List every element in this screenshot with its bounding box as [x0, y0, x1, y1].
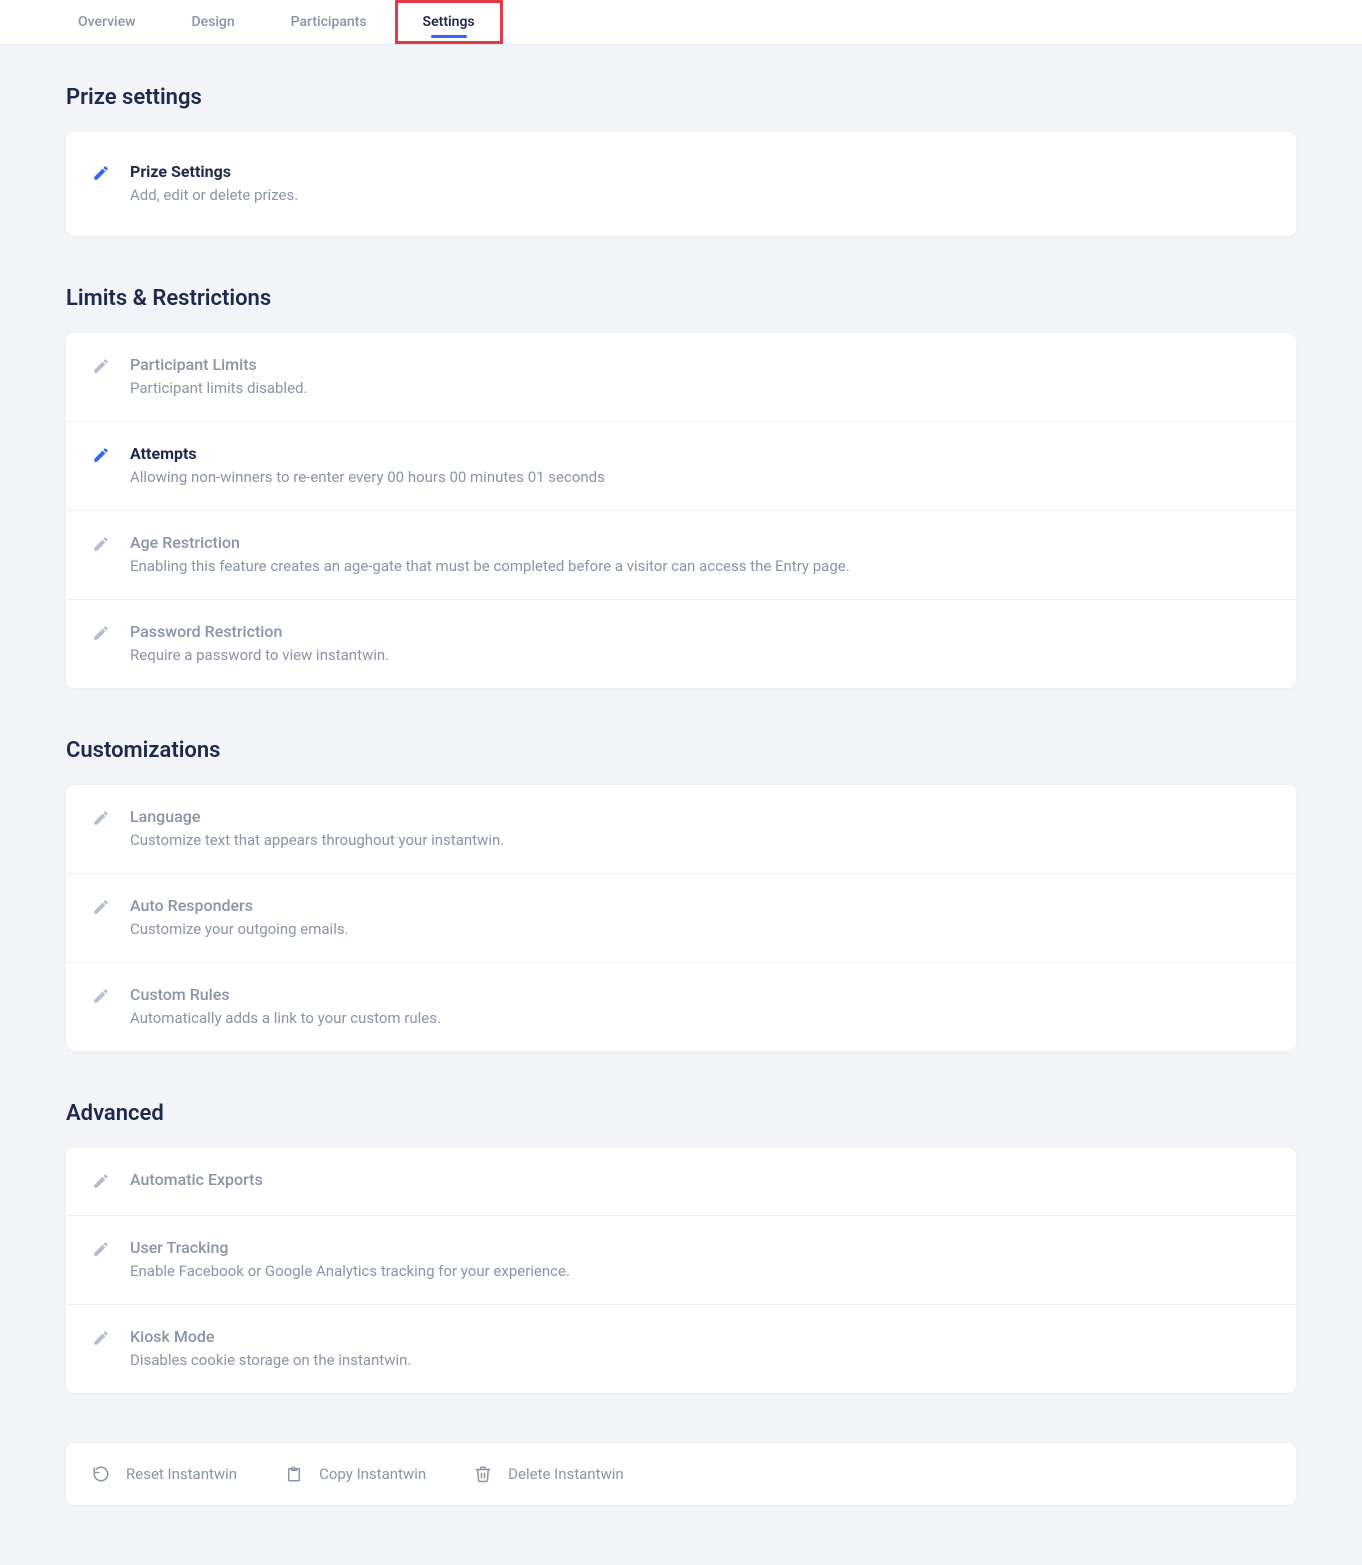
pencil-icon: [92, 809, 110, 827]
pencil-icon: [92, 987, 110, 1005]
page-content: Prize settings Prize Settings Add, edit …: [66, 45, 1296, 1565]
row-user-tracking[interactable]: User Tracking Enable Facebook or Google …: [66, 1215, 1296, 1304]
row-sub: Disables cookie storage on the instantwi…: [130, 1350, 1270, 1371]
row-title: Prize Settings: [130, 162, 1270, 181]
card-advanced: Automatic Exports User Tracking Enable F…: [66, 1148, 1296, 1393]
row-body: Password Restriction Require a password …: [130, 622, 1270, 666]
pencil-icon: [92, 898, 110, 916]
row-body: Age Restriction Enabling this feature cr…: [130, 533, 1270, 577]
row-title: Participant Limits: [130, 355, 1270, 374]
row-body: Automatic Exports: [130, 1170, 1270, 1193]
pencil-icon: [92, 446, 110, 464]
row-title: Auto Responders: [130, 896, 1270, 915]
row-title: Attempts: [130, 444, 1270, 463]
row-sub: Require a password to view instantwin.: [130, 645, 1270, 666]
row-sub: Enabling this feature creates an age-gat…: [130, 556, 1270, 577]
row-sub: Allowing non-winners to re-enter every 0…: [130, 467, 1270, 488]
undo-icon: [92, 1465, 110, 1483]
row-title: Kiosk Mode: [130, 1327, 1270, 1346]
row-password-restriction[interactable]: Password Restriction Require a password …: [66, 599, 1296, 688]
row-title: User Tracking: [130, 1238, 1270, 1257]
pencil-icon: [92, 164, 110, 182]
row-body: Participant Limits Participant limits di…: [130, 355, 1270, 399]
row-body: Auto Responders Customize your outgoing …: [130, 896, 1270, 940]
row-participant-limits[interactable]: Participant Limits Participant limits di…: [66, 333, 1296, 421]
action-label: Reset Instantwin: [126, 1465, 237, 1483]
tab-overview[interactable]: Overview: [50, 0, 163, 44]
section-heading-prize: Prize settings: [66, 85, 1296, 110]
row-attempts[interactable]: Attempts Allowing non-winners to re-ente…: [66, 421, 1296, 510]
section-heading-limits: Limits & Restrictions: [66, 286, 1296, 311]
row-body: User Tracking Enable Facebook or Google …: [130, 1238, 1270, 1282]
tabs-bar: Overview Design Participants Settings: [0, 0, 1362, 45]
actions-card: Reset Instantwin Copy Instantwin Delete …: [66, 1443, 1296, 1505]
row-title: Custom Rules: [130, 985, 1270, 1004]
delete-instantwin-button[interactable]: Delete Instantwin: [474, 1465, 624, 1483]
row-title: Password Restriction: [130, 622, 1270, 641]
row-title: Automatic Exports: [130, 1170, 1270, 1189]
row-automatic-exports[interactable]: Automatic Exports: [66, 1148, 1296, 1215]
reset-instantwin-button[interactable]: Reset Instantwin: [92, 1465, 237, 1483]
pencil-icon: [92, 357, 110, 375]
row-age-restriction[interactable]: Age Restriction Enabling this feature cr…: [66, 510, 1296, 599]
tab-design[interactable]: Design: [163, 0, 262, 44]
row-sub: Customize your outgoing emails.: [130, 919, 1270, 940]
card-customizations: Language Customize text that appears thr…: [66, 785, 1296, 1051]
pencil-icon: [92, 535, 110, 553]
card-limits: Participant Limits Participant limits di…: [66, 333, 1296, 688]
row-language[interactable]: Language Customize text that appears thr…: [66, 785, 1296, 873]
row-kiosk-mode[interactable]: Kiosk Mode Disables cookie storage on th…: [66, 1304, 1296, 1393]
row-body: Custom Rules Automatically adds a link t…: [130, 985, 1270, 1029]
row-custom-rules[interactable]: Custom Rules Automatically adds a link t…: [66, 962, 1296, 1051]
row-title: Age Restriction: [130, 533, 1270, 552]
row-sub: Enable Facebook or Google Analytics trac…: [130, 1261, 1270, 1282]
row-sub: Participant limits disabled.: [130, 378, 1270, 399]
row-sub: Automatically adds a link to your custom…: [130, 1008, 1270, 1029]
pencil-icon: [92, 624, 110, 642]
row-title: Language: [130, 807, 1270, 826]
trash-icon: [474, 1465, 492, 1483]
card-prize-settings: Prize Settings Add, edit or delete prize…: [66, 132, 1296, 236]
action-label: Delete Instantwin: [508, 1465, 624, 1483]
clipboard-icon: [285, 1465, 303, 1483]
row-body: Attempts Allowing non-winners to re-ente…: [130, 444, 1270, 488]
row-body: Prize Settings Add, edit or delete prize…: [130, 162, 1270, 206]
section-heading-customizations: Customizations: [66, 738, 1296, 763]
row-sub: Add, edit or delete prizes.: [130, 185, 1270, 206]
copy-instantwin-button[interactable]: Copy Instantwin: [285, 1465, 426, 1483]
row-auto-responders[interactable]: Auto Responders Customize your outgoing …: [66, 873, 1296, 962]
row-sub: Customize text that appears throughout y…: [130, 830, 1270, 851]
pencil-icon: [92, 1240, 110, 1258]
row-body: Kiosk Mode Disables cookie storage on th…: [130, 1327, 1270, 1371]
tab-participants[interactable]: Participants: [263, 0, 395, 44]
section-heading-advanced: Advanced: [66, 1101, 1296, 1126]
pencil-icon: [92, 1329, 110, 1347]
tab-settings[interactable]: Settings: [395, 0, 503, 44]
pencil-icon: [92, 1172, 110, 1190]
action-label: Copy Instantwin: [319, 1465, 426, 1483]
row-prize-settings[interactable]: Prize Settings Add, edit or delete prize…: [66, 132, 1296, 236]
row-body: Language Customize text that appears thr…: [130, 807, 1270, 851]
